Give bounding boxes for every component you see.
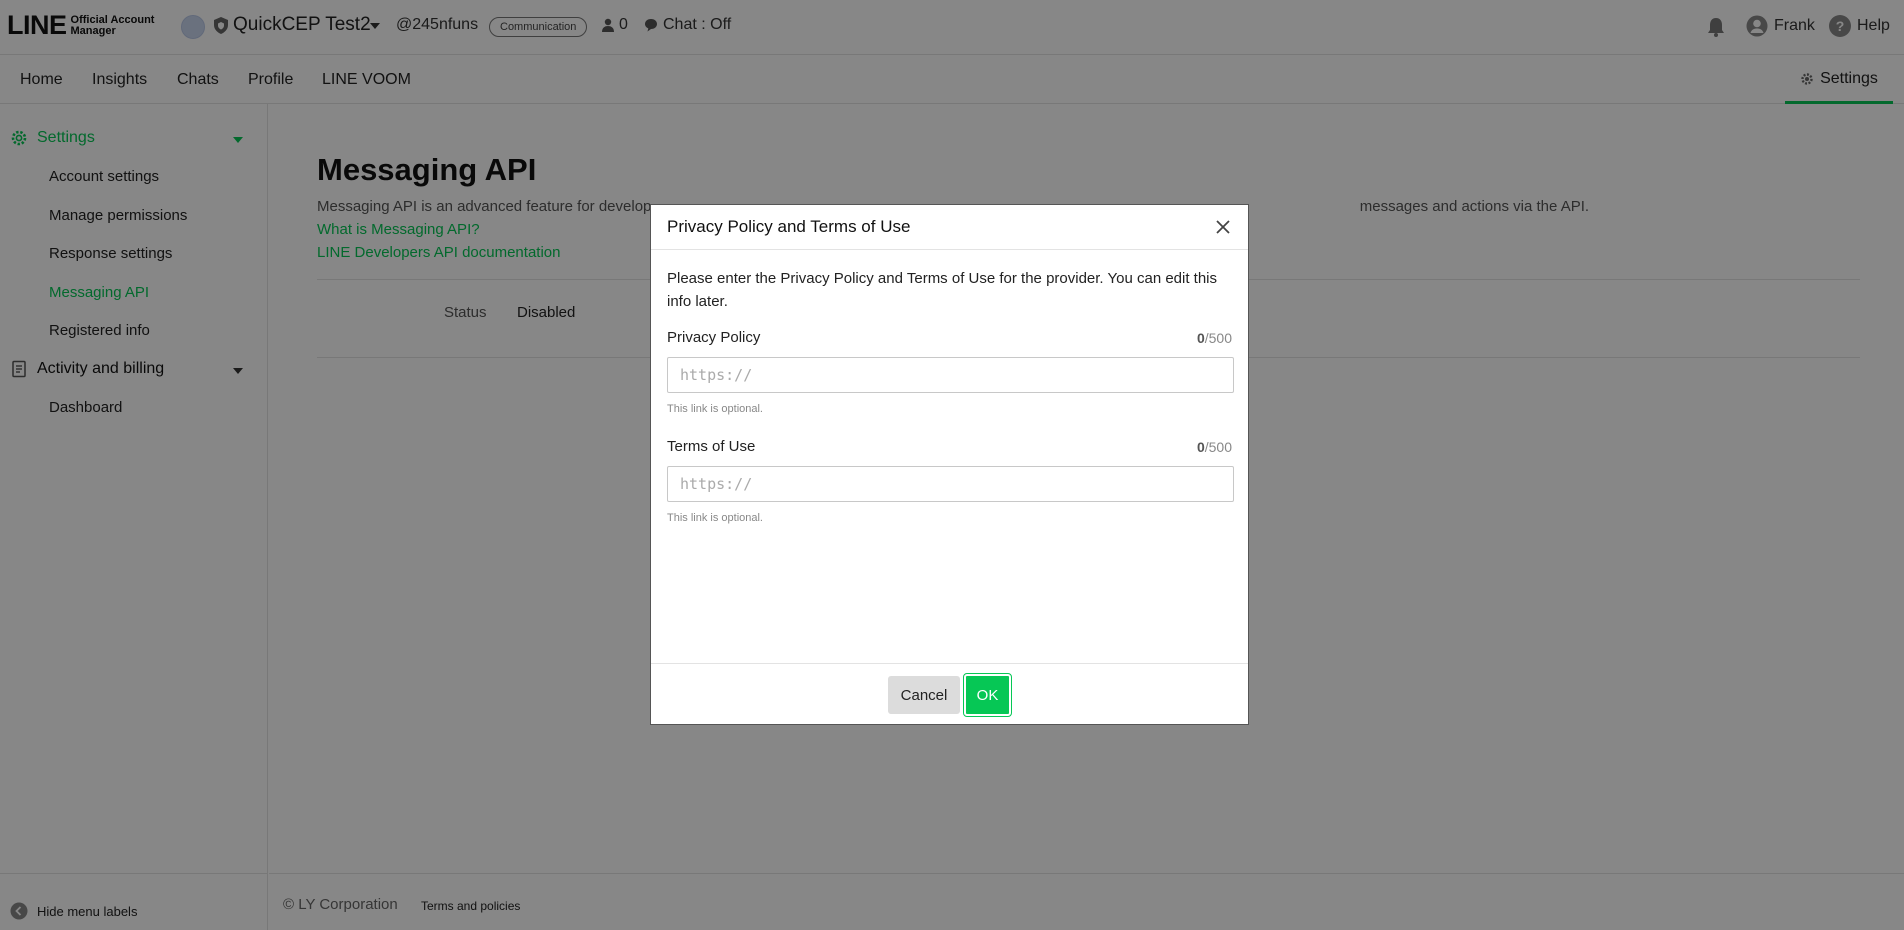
dialog-footer: Cancel OK: [651, 663, 1248, 725]
privacy-policy-count-max: /500: [1204, 330, 1232, 346]
close-icon[interactable]: [1213, 217, 1233, 237]
privacy-terms-dialog: Privacy Policy and Terms of Use Please e…: [650, 204, 1249, 725]
terms-of-use-url-input[interactable]: [667, 466, 1234, 502]
privacy-policy-label: Privacy Policy: [667, 329, 761, 346]
privacy-policy-url-input[interactable]: [667, 357, 1234, 393]
ok-button[interactable]: OK: [963, 673, 1012, 717]
terms-of-use-label: Terms of Use: [667, 438, 756, 455]
terms-of-use-char-count: 0/500: [1197, 439, 1232, 455]
terms-of-use-count-value: 0: [1196, 439, 1205, 455]
privacy-policy-hint: This link is optional.: [667, 403, 763, 415]
privacy-policy-count-value: 0: [1196, 330, 1205, 346]
privacy-policy-char-count: 0/500: [1197, 330, 1232, 346]
terms-of-use-count-max: /500: [1204, 439, 1232, 455]
cancel-button[interactable]: Cancel: [888, 676, 960, 714]
dialog-header: Privacy Policy and Terms of Use: [651, 205, 1248, 250]
terms-of-use-hint: This link is optional.: [667, 512, 763, 524]
dialog-title: Privacy Policy and Terms of Use: [667, 217, 911, 236]
dialog-intro-text: Please enter the Privacy Policy and Term…: [667, 270, 1218, 310]
